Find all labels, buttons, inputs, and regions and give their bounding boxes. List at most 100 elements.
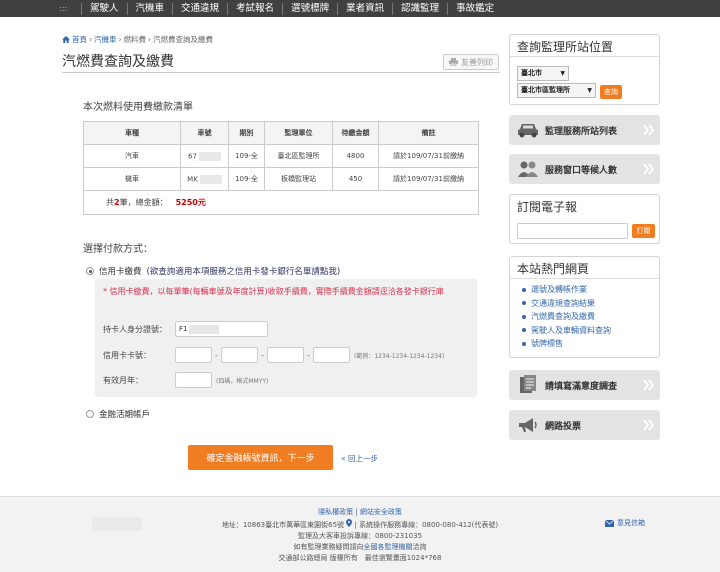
map-pin-icon[interactable] [346, 519, 353, 527]
privacy-link[interactable]: 隱私權政策 [318, 508, 353, 516]
nav-item-violations[interactable]: 交通違規 [172, 2, 227, 15]
fee-note: * 信用卡繳費，以每單筆(每輛車號及年度計算)收取手續費，實際手續費金額請逕洽各… [103, 287, 444, 296]
breadcrumb-home[interactable]: 首頁 [72, 34, 87, 45]
queue-status-label: 服務窗口等候人數 [545, 165, 618, 176]
dropdown-arrow-icon: ▼ [587, 87, 592, 94]
page-title: 汽燃費查詢及繳費 [62, 54, 174, 70]
popular-link[interactable]: 號牌標售 [522, 337, 659, 351]
plate-text: MK [187, 175, 198, 183]
online-vote-button[interactable]: 網路投票 [509, 410, 660, 440]
newsletter-email-input[interactable] [517, 223, 628, 239]
expiry-label: 有效月年： [103, 375, 143, 385]
cell-amount: 450 [332, 167, 379, 191]
fee-table: 車種 車號 期別 監理單位 待繳金額 備註 汽車 67 109-全 臺北區監理所… [83, 121, 479, 215]
office-select-value: 臺北市區監理所 [521, 86, 570, 94]
office-select[interactable]: 臺北市區監理所 ▼ [517, 83, 596, 98]
office-list-label: 監理服務所站列表 [545, 126, 618, 137]
nav-item-plates[interactable]: 選號標牌 [282, 2, 337, 15]
cell-period: 109-全 [228, 167, 265, 191]
megaphone-icon [517, 415, 539, 435]
card-separator: - [307, 350, 310, 360]
office-list-button[interactable]: 監理服務所站列表 [509, 115, 660, 145]
nav-item-business[interactable]: 業者資訊 [337, 2, 392, 15]
queue-status-button[interactable]: 服務窗口等候人數 [509, 154, 660, 184]
card-number-input-1[interactable] [175, 347, 212, 363]
back-link[interactable]: « 回上一步 [341, 453, 378, 464]
nav-item-vehicles[interactable]: 汽機車 [126, 2, 173, 15]
total-label: 筆，總金額： [119, 198, 168, 207]
card-number-input-2[interactable] [221, 347, 258, 363]
survey-button[interactable]: 請填寫滿意度調查 [509, 370, 660, 400]
menu-dots-icon[interactable]: ::: [59, 4, 81, 13]
agencies-link[interactable]: 全國各監理機關 [364, 543, 413, 551]
total-row: 共2筆，總金額： 5250元 [83, 190, 479, 215]
nav-item-accidents[interactable]: 事故鑑定 [447, 2, 502, 15]
office-locator-title: 查詢監理所站位置 [510, 35, 659, 57]
top-navigation: ::: 駕駛人 汽機車 交通違規 考試報名 選號標牌 業者資訊 認識監理 事故鑑… [0, 0, 720, 17]
cell-note: 請於109/07/31前繳納 [378, 144, 479, 168]
expiry-input[interactable] [175, 372, 212, 388]
chevron-right-icon [638, 115, 660, 145]
total-prefix: 共 [106, 198, 114, 207]
card-number-input-3[interactable] [267, 347, 304, 363]
next-step-button[interactable]: 確定金融帳號資訊，下一步 [188, 445, 333, 470]
masked-plate [199, 174, 222, 184]
footer-service-line: 系統操作服務專線：0800-080-412(代表號) [359, 521, 499, 529]
card-number-input-4[interactable] [313, 347, 350, 363]
breadcrumb-separator: › [148, 35, 151, 44]
locate-search-button[interactable]: 查詢 [600, 85, 622, 99]
cell-plate: MK [180, 167, 229, 191]
breadcrumb-vehicles[interactable]: 汽機車 [94, 34, 117, 45]
subscribe-button[interactable]: 訂閱 [632, 224, 655, 238]
breadcrumb-fuel-fee[interactable]: 燃料費 [124, 34, 147, 45]
id-label: 持卡人身分證號： [103, 324, 167, 334]
footer-separator: | [354, 521, 357, 529]
credit-card-label: 信用卡繳費 [99, 267, 142, 277]
credit-card-option[interactable]: 信用卡繳費 (欲查詢適用本項服務之信用卡發卡銀行名單請點我) [86, 265, 340, 277]
payment-title: 選擇付款方式： [83, 244, 153, 255]
bank-account-option[interactable]: 金融活期帳戶 [86, 408, 150, 420]
print-button[interactable]: 友善列印 [443, 54, 499, 70]
popular-link[interactable]: 汽燃費查詢及繳費 [522, 310, 659, 324]
nav-item-drivers[interactable]: 駕駛人 [81, 2, 127, 15]
nav-item-about[interactable]: 認識監理 [392, 2, 447, 15]
breadcrumb-current: 汽燃費查詢及繳費 [153, 35, 213, 44]
credit-card-panel: * 信用卡繳費，以每單筆(每輛車號及年度計算)收取手續費，實際手續費金額請逕洽各… [95, 279, 477, 397]
id-number-input[interactable]: F1 [175, 321, 268, 337]
cell-amount: 4800 [332, 144, 379, 168]
footer-inquiry-line: 如有監理業務疑問請向全國各監理機關洽詢 [0, 542, 720, 552]
newsletter-title: 訂閱電子報 [517, 200, 578, 214]
popular-link[interactable]: 選號及轉帳作業 [522, 283, 659, 297]
popular-pages-title: 本站熱門網頁 [510, 257, 659, 279]
footer-inquiry-pre: 如有監理業務疑問請向 [293, 543, 364, 551]
credit-card-radio[interactable] [86, 267, 94, 275]
table-row: 機車 MK 109-全 板橋監理站 450 請於109/07/31前繳納 [83, 167, 479, 191]
popular-link[interactable]: 駕駛人及車輛資料查詢 [522, 324, 659, 338]
bank-account-label: 金融活期帳戶 [99, 410, 151, 420]
chevron-right-icon [638, 154, 660, 184]
cell-office: 板橋監理站 [264, 167, 333, 191]
feedback-mail-link[interactable]: 意見信箱 [605, 518, 645, 528]
security-link[interactable]: 網站安全政策 [360, 508, 402, 516]
cell-type: 汽車 [83, 144, 181, 168]
col-plate: 車號 [180, 121, 229, 145]
footer-complaint-line: 監理及大客車投訴專線：0800-231035 [297, 532, 423, 540]
online-vote-label: 網路投票 [545, 421, 582, 432]
dropdown-arrow-icon: ▼ [560, 70, 565, 77]
popular-link[interactable]: 交通違規查詢結果 [522, 297, 659, 311]
masked-plate [198, 151, 221, 161]
feedback-mail-label: 意見信箱 [617, 519, 645, 527]
nav-item-exams[interactable]: 考試報名 [227, 2, 282, 15]
bank-list-link[interactable]: (欲查詢適用本項服務之信用卡發卡銀行名單請點我) [147, 265, 341, 277]
id-row: 持卡人身分證號： F1 [103, 321, 268, 337]
city-select[interactable]: 臺北市 ▼ [517, 66, 569, 81]
print-label: 友善列印 [461, 57, 493, 67]
total-cell: 共2筆，總金額： 5250元 [83, 190, 479, 215]
bank-account-radio[interactable] [86, 410, 94, 418]
cell-office: 臺北區監理所 [264, 144, 333, 168]
card-number-row: 信用卡卡號： - - - (範例：1234-1234-1234-1234) [103, 347, 444, 363]
footer-address-text: 地址：10863臺北市萬華區東園街65號 [221, 521, 345, 529]
footer-policy-links: 隱私權政策 | 網站安全政策 [0, 507, 720, 517]
card-number-label: 信用卡卡號： [103, 350, 151, 360]
footer-inquiry-post: 洽詢 [412, 543, 427, 551]
